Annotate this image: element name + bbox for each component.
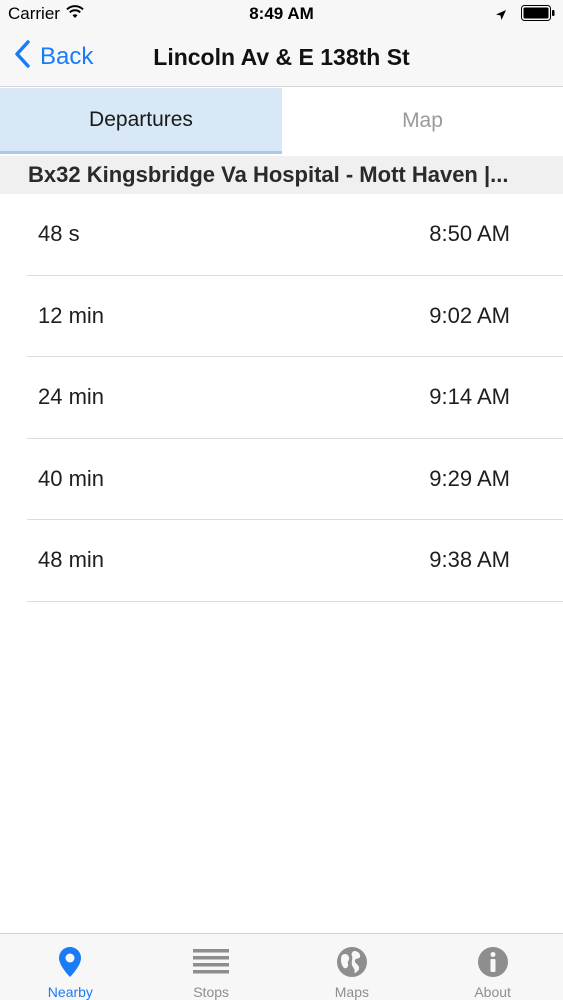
- navigation-bar: Back Lincoln Av & E 138th St: [0, 30, 563, 87]
- status-bar: Carrier 8:49 AM: [0, 0, 563, 30]
- battery-icon: [521, 5, 555, 26]
- tab-nearby[interactable]: Nearby: [0, 934, 141, 1000]
- departure-time: 9:14 AM: [429, 384, 510, 410]
- location-arrow-icon: [495, 6, 507, 26]
- departure-row[interactable]: 48 min 9:38 AM: [27, 520, 563, 602]
- info-icon: [477, 944, 509, 980]
- departure-eta: 48 s: [38, 221, 80, 247]
- departure-time: 8:50 AM: [429, 221, 510, 247]
- tab-stops-label: Stops: [193, 984, 230, 1000]
- departure-eta: 12 min: [38, 302, 105, 328]
- departure-time: 9:29 AM: [429, 465, 510, 491]
- globe-icon: [336, 944, 368, 980]
- departure-time: 9:38 AM: [429, 547, 510, 573]
- route-header: Bx32 Kingsbridge Va Hospital - Mott Have…: [0, 156, 563, 194]
- departure-row[interactable]: 24 min 9:14 AM: [27, 357, 563, 439]
- tab-nearby-label: Nearby: [47, 984, 93, 1000]
- tab-map[interactable]: Map: [282, 88, 563, 154]
- status-right: [495, 5, 555, 26]
- segmented-control: Departures Map: [0, 88, 563, 154]
- tab-stops[interactable]: Stops: [141, 934, 282, 1000]
- departure-row[interactable]: 40 min 9:29 AM: [27, 439, 563, 520]
- tab-about-label: About: [474, 984, 511, 1000]
- departure-row[interactable]: 12 min 9:02 AM: [27, 276, 563, 357]
- tab-bar: Nearby Stops Maps About: [0, 933, 563, 1000]
- page-title: Lincoln Av & E 138th St: [153, 44, 410, 70]
- location-pin-icon: [58, 944, 82, 980]
- departure-row[interactable]: 48 s 8:50 AM: [27, 194, 563, 276]
- departure-eta: 48 min: [38, 547, 105, 573]
- departure-time: 9:02 AM: [429, 302, 510, 328]
- tab-departures[interactable]: Departures: [0, 88, 282, 154]
- departure-eta: 40 min: [38, 465, 105, 491]
- departures-list: 48 s 8:50 AM 12 min 9:02 AM 24 min 9:14 …: [0, 194, 563, 602]
- list-icon: [193, 944, 230, 980]
- tab-maps[interactable]: Maps: [282, 934, 423, 1000]
- tab-about[interactable]: About: [422, 934, 563, 1000]
- tab-maps-label: Maps: [334, 984, 369, 1000]
- status-time: 8:49 AM: [249, 4, 314, 23]
- departure-eta: 24 min: [38, 384, 105, 410]
